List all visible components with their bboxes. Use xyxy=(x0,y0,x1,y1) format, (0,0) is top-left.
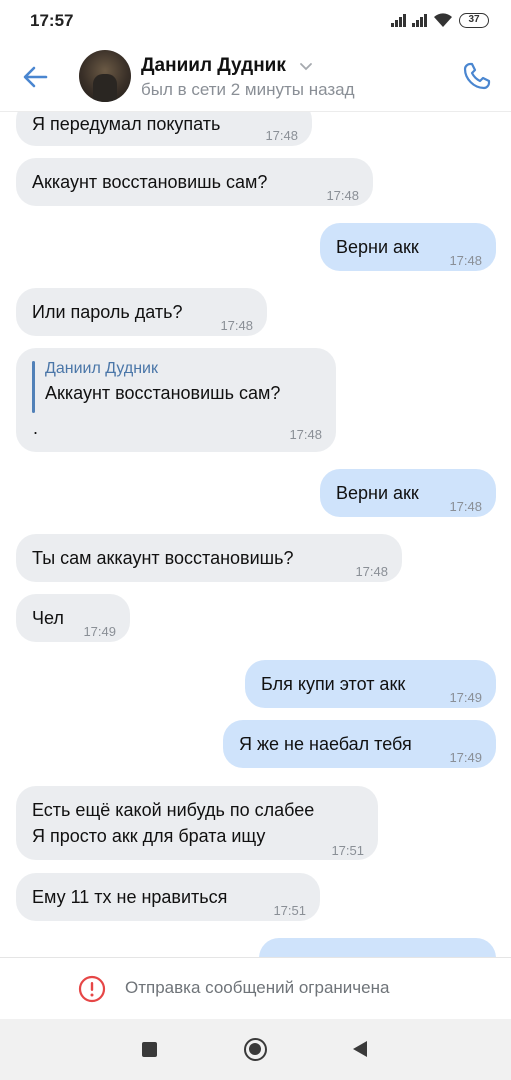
signal-icon xyxy=(391,13,406,27)
status-icons: 37 xyxy=(391,12,489,28)
message-list[interactable]: Я передумал покупать 17:48 Аккаунт восст… xyxy=(0,112,511,957)
message-time: 17:51 xyxy=(273,903,306,918)
message-outgoing[interactable]: Верни акк 17:48 xyxy=(320,469,496,517)
status-time: 17:57 xyxy=(30,11,74,30)
message-time: 17:48 xyxy=(449,253,482,268)
restriction-text: Отправка сообщений ограничена xyxy=(125,978,390,997)
message-text: Я же не наебал тебя xyxy=(239,734,412,754)
message-outgoing[interactable]: Я же не наебал тебя 17:49 xyxy=(223,720,496,768)
message-text-line-2: Я просто акк для брата ищу xyxy=(32,826,266,846)
message-time: 17:48 xyxy=(220,318,253,333)
battery-icon: 37 xyxy=(459,12,489,28)
quoted-author[interactable]: Даниил Дудник xyxy=(45,360,158,378)
warning-icon xyxy=(78,975,106,1003)
message-outgoing[interactable]: Бля купи этот акк 17:49 xyxy=(245,660,496,708)
quote-bar xyxy=(32,361,35,413)
messaging-restricted-banner: Отправка сообщений ограничена xyxy=(0,957,511,1019)
chat-header: Даниил Дудник был в сети 2 минуты назад xyxy=(0,40,511,112)
phone-icon[interactable] xyxy=(461,60,493,92)
message-text: Ему 11 тх не нравиться xyxy=(32,887,228,907)
message-incoming[interactable]: Есть ещё какой нибудь по слабее Я просто… xyxy=(16,786,378,860)
message-time: 17:48 xyxy=(355,564,388,579)
recents-button[interactable] xyxy=(142,1042,157,1057)
message-incoming[interactable]: Я передумал покупать 17:48 xyxy=(16,112,312,146)
message-text: Или пароль дать? xyxy=(32,302,183,322)
message-text: Есть ещё какой нибудь по слабее xyxy=(32,800,315,820)
message-incoming[interactable]: Или пароль дать? 17:48 xyxy=(16,288,267,336)
chevron-down-icon[interactable] xyxy=(299,59,313,73)
message-time: 17:51 xyxy=(331,843,364,858)
message-text: Верни акк xyxy=(336,237,419,257)
signal-icon xyxy=(412,13,427,27)
back-arrow-icon[interactable] xyxy=(18,60,52,94)
message-text: Бля купи этот акк xyxy=(261,674,406,694)
quoted-text: Аккаунт восстановишь сам? xyxy=(45,383,281,403)
contact-name[interactable]: Даниил Дудник xyxy=(141,55,286,77)
message-text: Я передумал покупать xyxy=(32,114,221,134)
message-incoming[interactable]: Ты сам аккаунт восстановишь? 17:48 xyxy=(16,534,402,582)
message-outgoing-partial[interactable] xyxy=(259,938,496,957)
message-incoming[interactable]: Чел 17:49 xyxy=(16,594,130,642)
message-incoming-reply[interactable]: Даниил Дудник Аккаунт восстановишь сам? … xyxy=(16,348,336,452)
message-time: 17:49 xyxy=(449,750,482,765)
message-time: 17:48 xyxy=(326,188,359,203)
message-time: 17:48 xyxy=(265,128,298,143)
status-bar: 17:57 37 xyxy=(0,0,511,40)
message-text: Аккаунт восстановишь сам? xyxy=(32,172,268,192)
message-text: . xyxy=(33,418,39,438)
message-incoming[interactable]: Ему 11 тх не нравиться 17:51 xyxy=(16,873,320,921)
message-time: 17:49 xyxy=(449,690,482,705)
message-incoming[interactable]: Аккаунт восстановишь сам? 17:48 xyxy=(16,158,373,206)
message-text: Ты сам аккаунт восстановишь? xyxy=(32,548,294,568)
message-time: 17:49 xyxy=(83,624,116,639)
presence-status: был в сети 2 минуты назад xyxy=(141,80,355,99)
wifi-icon xyxy=(434,13,452,27)
message-time: 17:48 xyxy=(449,499,482,514)
system-nav-bar xyxy=(0,1019,511,1080)
message-text: Чел xyxy=(32,608,64,628)
message-time: 17:48 xyxy=(289,427,322,442)
home-button[interactable] xyxy=(244,1038,267,1061)
message-outgoing[interactable]: Верни акк 17:48 xyxy=(320,223,496,271)
back-button[interactable] xyxy=(353,1041,367,1057)
message-text: Верни акк xyxy=(336,483,419,503)
avatar[interactable] xyxy=(79,50,131,102)
